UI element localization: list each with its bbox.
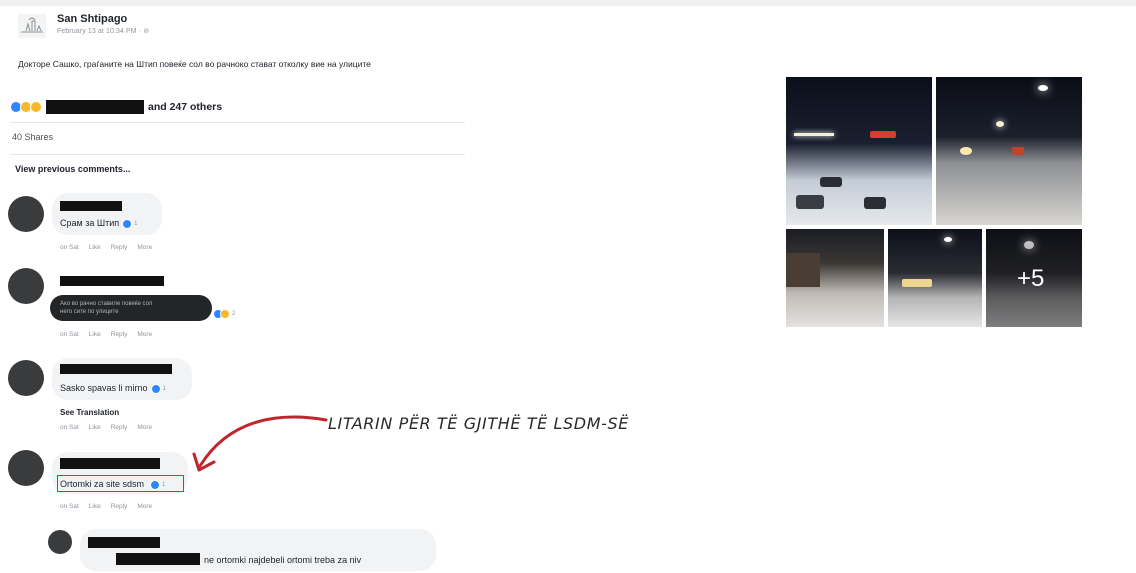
photo-snowy-road-2[interactable] <box>888 229 982 327</box>
reaction-count: 2 <box>232 310 236 317</box>
redacted-name <box>88 537 160 548</box>
see-translation-link[interactable]: See Translation <box>60 408 119 417</box>
photo-grid[interactable]: +5 <box>786 77 1082 327</box>
post-timestamp[interactable]: February 13 at 10:34 PM · ⊘ <box>57 27 149 35</box>
reply-link[interactable]: Reply <box>111 424 128 431</box>
view-previous-comments-link[interactable]: View previous comments... <box>15 164 130 174</box>
page-avatar-logo[interactable] <box>18 14 46 38</box>
divider <box>10 122 465 123</box>
more-link[interactable]: More <box>137 331 152 338</box>
like-icon <box>122 218 133 229</box>
avatar[interactable] <box>8 360 44 396</box>
like-link[interactable]: Like <box>89 331 101 338</box>
photo-night-street-1[interactable] <box>786 77 932 225</box>
reply-text: ne ortomki najdebeli ortomi treba za niv <box>204 555 362 565</box>
comment-row: Срам за Штип 1 <box>60 218 137 229</box>
comment-actions: on Sat Like Reply More <box>60 424 152 431</box>
comment-text: Sasko spavas li mirno <box>60 383 148 393</box>
reactions-summary[interactable]: and 247 others <box>10 99 222 115</box>
like-link[interactable]: Like <box>89 424 101 431</box>
reply-link[interactable]: Reply <box>111 244 128 251</box>
annotation-text: LITARIN PËR TË GJITHË TË LSDM-SË <box>328 414 629 433</box>
redacted-mention <box>116 553 200 565</box>
avatar[interactable] <box>8 450 44 486</box>
redacted-name <box>60 201 122 211</box>
comment-row: Sasko spavas li mirno 1 <box>60 383 166 394</box>
reply-link[interactable]: Reply <box>111 503 128 510</box>
comment-time[interactable]: on Sat <box>60 503 79 510</box>
comment-reactions[interactable]: 2 <box>213 305 235 323</box>
photo-snowy-road-3[interactable]: +5 <box>986 229 1082 327</box>
comment-actions: on Sat Like Reply More <box>60 331 152 338</box>
like-link[interactable]: Like <box>89 503 101 510</box>
more-link[interactable]: More <box>137 244 152 251</box>
post-text: Докторе Сашко, граѓаните на Штип повеќе … <box>18 59 371 69</box>
annotation-arrow <box>192 415 328 472</box>
haha-icon <box>220 308 230 319</box>
redacted-name <box>60 458 160 469</box>
photo-snowy-road-1[interactable] <box>786 229 884 327</box>
more-photos-count[interactable]: +5 <box>1017 265 1044 293</box>
comment-bubble: Срам за Штип 1 <box>52 193 162 235</box>
top-strip <box>0 0 1136 6</box>
comment-time[interactable]: on Sat <box>60 331 79 338</box>
comment-bubble: Sasko spavas li mirno 1 <box>52 358 192 400</box>
reply-link[interactable]: Reply <box>111 331 128 338</box>
reaction-count: 1 <box>134 220 138 227</box>
avatar[interactable] <box>8 196 44 232</box>
shares-count[interactable]: 40 Shares <box>12 132 53 142</box>
reaction-count: 1 <box>162 385 166 392</box>
redacted-name <box>60 276 164 286</box>
redacted-name <box>60 364 172 374</box>
comment-time[interactable]: on Sat <box>60 424 79 431</box>
photo-night-street-2[interactable] <box>936 77 1082 225</box>
reactions-others: and 247 others <box>148 101 223 113</box>
wow-icon <box>30 101 42 113</box>
reaction-icons <box>10 101 42 113</box>
reply-bubble: ne ortomki najdebeli ortomi treba za niv <box>80 529 436 571</box>
redacted-name <box>46 100 144 114</box>
like-link[interactable]: Like <box>89 244 101 251</box>
comment-text: Срам за Штип <box>60 218 120 228</box>
comment-actions: on Sat Like Reply More <box>60 244 152 251</box>
comment-actions: on Sat Like Reply More <box>60 503 152 510</box>
like-icon <box>150 383 161 394</box>
avatar[interactable] <box>48 530 72 554</box>
comment-text-line2: него сите по улиците <box>60 309 119 315</box>
divider <box>10 154 465 155</box>
page-name[interactable]: San Shtipago <box>57 13 127 25</box>
comment-text-line1: Ако во рачно ставиле повеќе сол <box>60 301 153 307</box>
comment-time[interactable]: on Sat <box>60 244 79 251</box>
more-link[interactable]: More <box>137 424 152 431</box>
highlight-box <box>57 475 184 492</box>
avatar[interactable] <box>8 268 44 304</box>
more-link[interactable]: More <box>137 503 152 510</box>
comment-bubble: Ако во рачно ставиле повеќе сол него сит… <box>50 295 212 321</box>
